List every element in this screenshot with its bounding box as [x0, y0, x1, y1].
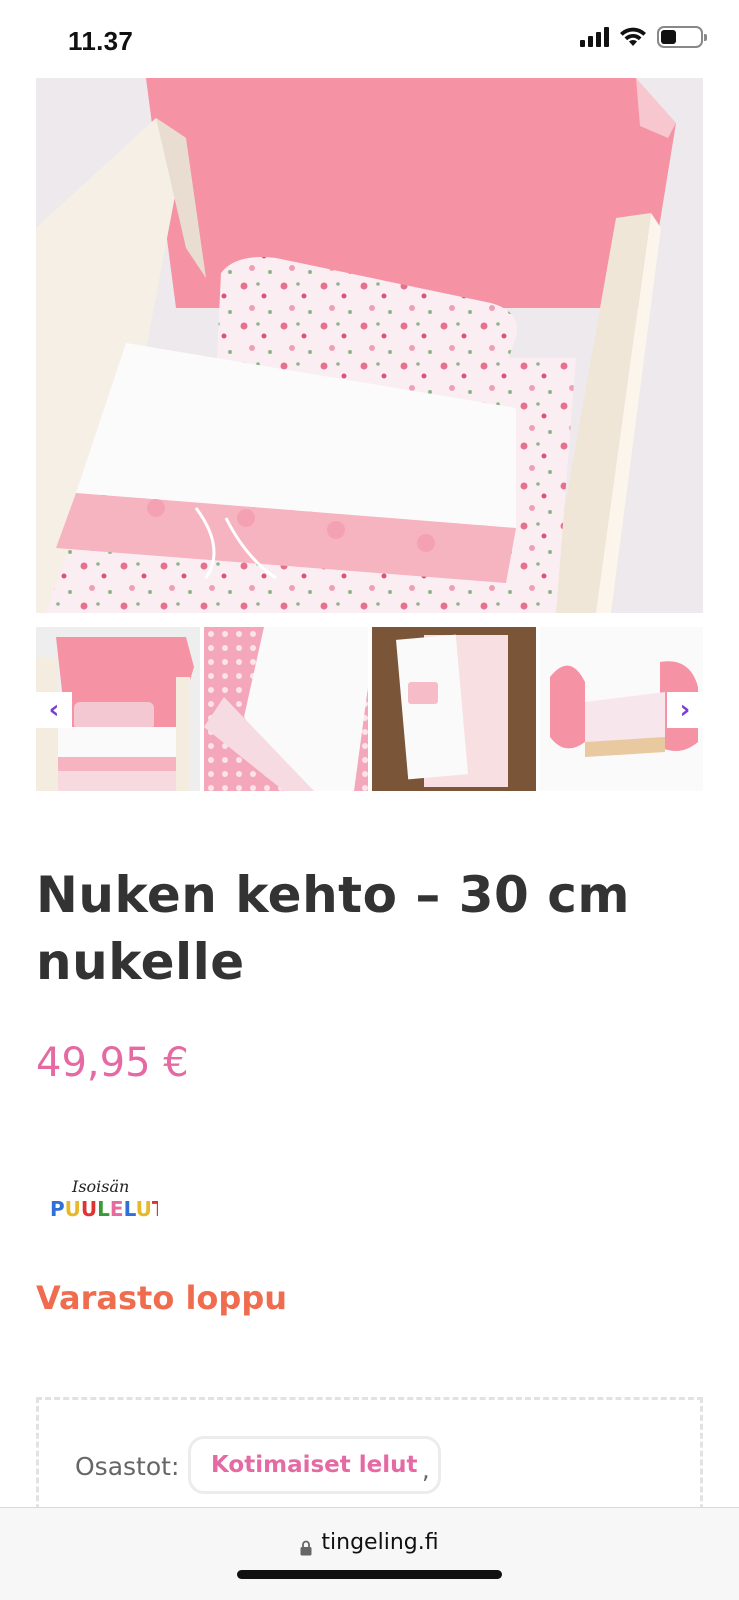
category-separator: ,	[422, 1456, 430, 1484]
status-bar: 11.37	[0, 0, 739, 78]
product-main-image[interactable]	[36, 78, 703, 613]
gallery-prev-button[interactable]: ‹	[36, 692, 72, 728]
url-text: tingeling.fi	[321, 1530, 439, 1555]
gallery-next-button[interactable]: ›	[667, 692, 703, 728]
stock-status: Varasto loppu	[36, 1279, 287, 1317]
home-indicator[interactable]	[237, 1570, 502, 1579]
product-price: 49,95 €	[36, 1040, 189, 1086]
browser-address-bar[interactable]: tingeling.fi	[0, 1507, 739, 1600]
svg-text:Isoisän: Isoisän	[71, 1177, 129, 1196]
categories-label: Osastot:	[75, 1452, 180, 1481]
cellular-signal-icon	[580, 27, 609, 47]
status-icons	[580, 26, 707, 48]
product-title: Nuken kehto – 30 cm nukelle	[36, 866, 630, 991]
category-link-kotimaiset-lelut[interactable]: Kotimaiset lelut	[188, 1436, 441, 1494]
brand-logo[interactable]: Isoisän PUULELUT	[46, 1172, 166, 1228]
battery-icon	[657, 26, 707, 48]
lock-icon	[300, 1537, 312, 1555]
clock-time: 11.37	[68, 26, 134, 56]
chevron-left-icon: ‹	[48, 695, 60, 725]
svg-text:PUULELUT: PUULELUT	[50, 1197, 158, 1221]
chevron-right-icon: ›	[679, 695, 691, 725]
url-display[interactable]: tingeling.fi	[0, 1530, 739, 1555]
thumbnail-strip	[36, 627, 703, 791]
thumbnail-3[interactable]	[372, 627, 536, 791]
thumbnail-2[interactable]	[204, 627, 368, 791]
wifi-icon	[619, 27, 647, 47]
